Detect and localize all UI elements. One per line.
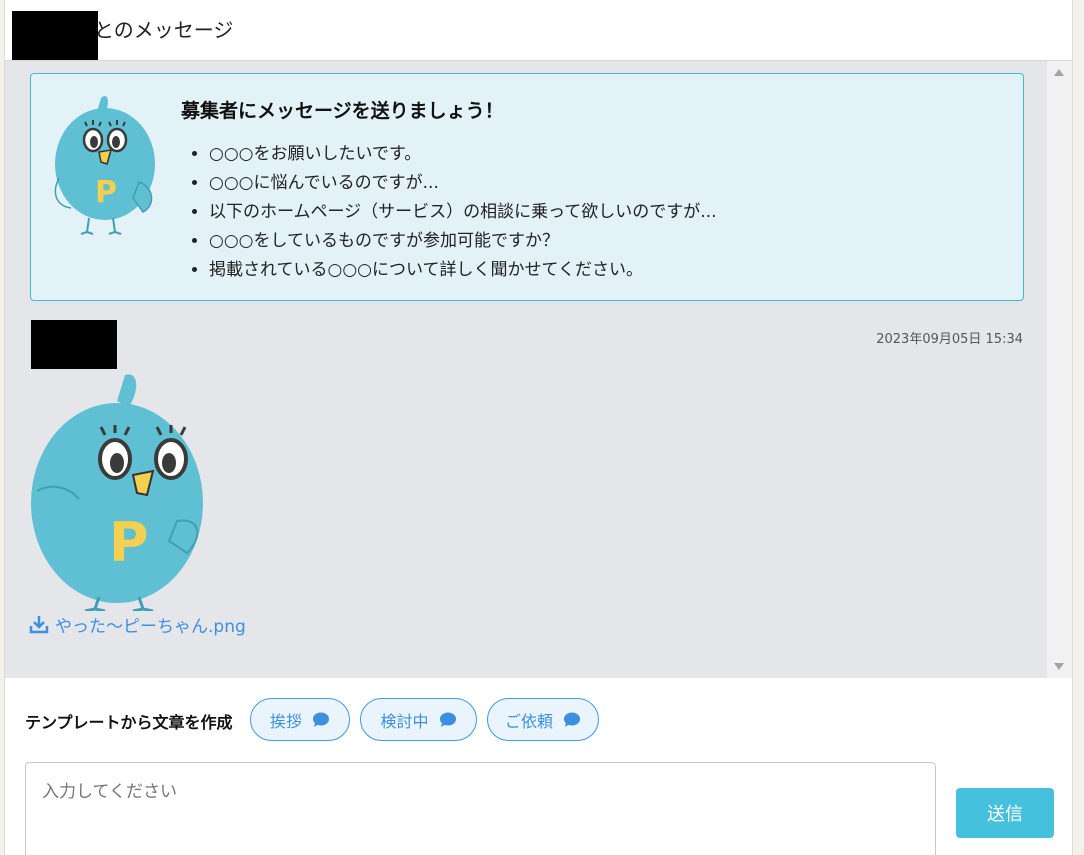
tip-item: ○○○に悩んでいるのですが... xyxy=(209,169,717,198)
attached-image-mascot[interactable]: P xyxy=(29,371,205,611)
mascot-bird-small-image: P xyxy=(54,95,155,235)
redacted-sender-name xyxy=(31,320,117,369)
template-button-considering[interactable]: 検討中 xyxy=(360,698,477,741)
speech-bubble-icon xyxy=(313,712,329,727)
speech-bubble-icon xyxy=(439,712,456,727)
conversation-title: とのメッセージ xyxy=(94,18,234,42)
download-icon xyxy=(29,616,49,634)
send-button[interactable]: 送信 xyxy=(956,788,1054,838)
message-input[interactable] xyxy=(25,762,936,855)
scroll-up-arrow-icon[interactable] xyxy=(1054,69,1064,76)
tip-list: ○○○をお願いしたいです。 ○○○に悩んでいるのですが... 以下のホームページ… xyxy=(191,140,717,285)
tip-title: 募集者にメッセージを送りましょう！ xyxy=(181,100,504,122)
template-button-label: 検討中 xyxy=(380,711,429,731)
svg-text:P: P xyxy=(95,175,117,210)
message-list-scrollbar[interactable] xyxy=(1047,61,1072,678)
message-timestamp: 2023年09月05日 15:34 xyxy=(876,332,1023,347)
message-panel: とのメッセージ P 募集者にメッセージを送りましょう！ • ○○○をお願いしたい… xyxy=(4,0,1073,855)
template-button-request[interactable]: ご依頼 xyxy=(487,698,599,741)
tip-item: 以下のホームページ（サービス）の相談に乗って欲しいのですが... xyxy=(209,198,717,227)
scroll-down-arrow-icon[interactable] xyxy=(1054,663,1064,670)
message-tip-box: P 募集者にメッセージを送りましょう！ ○○○をお願いしたいです。 ○○○に悩ん… xyxy=(30,73,1024,301)
message-composer: テンプレートから文章を作成 挨拶 検討中 ご依頼 送信 xyxy=(5,678,1072,855)
template-button-label: ご依頼 xyxy=(504,711,553,731)
template-button-greeting[interactable]: 挨拶 xyxy=(250,698,350,741)
attachment-download-link[interactable]: やった～ピーちゃん.png xyxy=(29,613,246,637)
template-label: テンプレートから文章を作成 xyxy=(25,713,233,732)
conversation-header: とのメッセージ xyxy=(5,0,1072,61)
template-button-label: 挨拶 xyxy=(269,711,302,731)
message-list[interactable]: P 募集者にメッセージを送りましょう！ ○○○をお願いしたいです。 ○○○に悩ん… xyxy=(5,61,1047,678)
tip-item: ○○○をお願いしたいです。 xyxy=(209,140,717,169)
attachment-filename: やった～ピーちゃん.png xyxy=(55,616,246,637)
speech-bubble-icon xyxy=(564,712,580,727)
svg-text:P: P xyxy=(109,511,149,574)
tip-item: 掲載されている○○○について詳しく聞かせてください。 xyxy=(209,256,717,285)
tip-item: ○○○をしているものですが参加可能ですか？ xyxy=(209,227,717,256)
redacted-user-name xyxy=(12,11,98,60)
